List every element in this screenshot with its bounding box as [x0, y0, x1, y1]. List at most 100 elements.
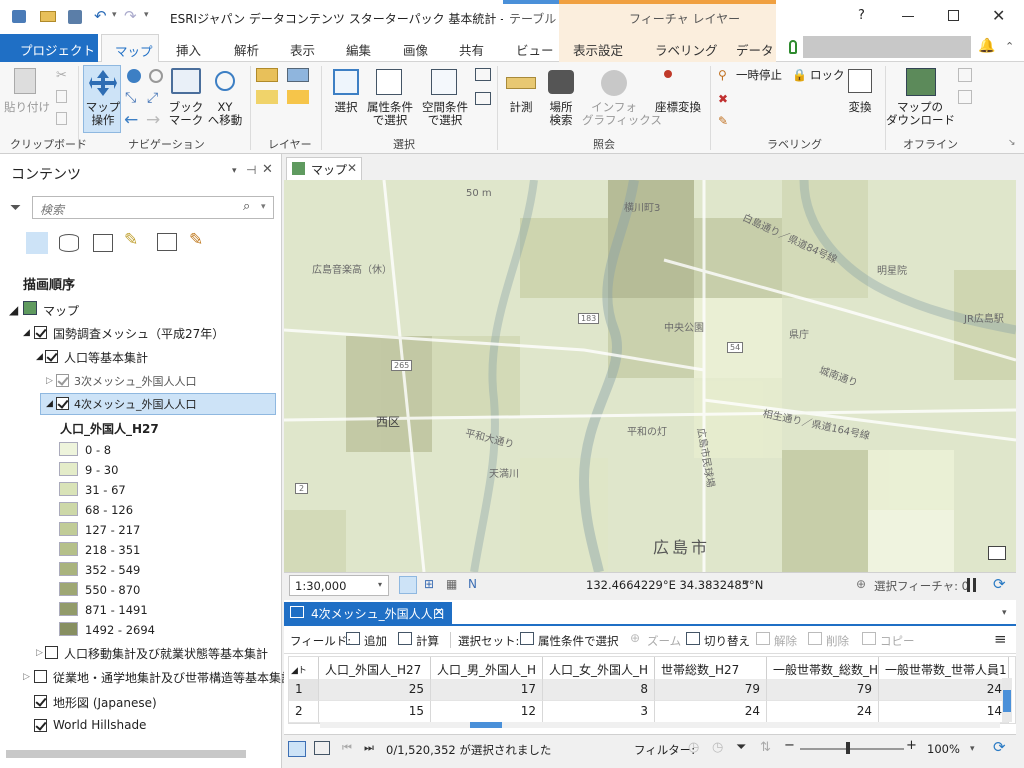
bookmarks-icon[interactable] [171, 68, 201, 94]
hillshade-checkbox[interactable] [34, 719, 47, 732]
select-icon[interactable] [333, 69, 359, 95]
select-by-attr-table-button[interactable]: 属性条件で選択 [538, 633, 619, 649]
expander-pop-basic-icon[interactable]: ◢ [36, 352, 43, 362]
basemap-icon[interactable] [256, 90, 278, 104]
tab-map[interactable]: マップ [101, 34, 159, 62]
select-by-attr-table-icon[interactable] [520, 632, 534, 645]
copy-icon[interactable] [56, 90, 67, 103]
list-by-snapping-icon[interactable] [157, 233, 177, 251]
switch-selection-button[interactable]: 切り替え [704, 633, 750, 649]
close-table-tab-icon[interactable]: ✕ [434, 605, 444, 619]
map-node[interactable]: マップ [43, 302, 79, 319]
list-by-labeling-icon[interactable]: ✎ [189, 230, 203, 250]
close-pane-icon[interactable]: ✕ [262, 162, 273, 177]
more-labeling-icon[interactable]: ✎ [718, 114, 728, 128]
tab-context-view[interactable]: ビュー [516, 40, 554, 59]
copy-table-icon[interactable] [862, 632, 876, 645]
list-by-source-icon[interactable] [59, 234, 79, 252]
attributes-icon[interactable] [475, 68, 491, 81]
undo-dropdown-icon[interactable]: ▾ [112, 10, 117, 20]
add-field-button[interactable]: 追加 [364, 633, 387, 649]
select-all-corner[interactable]: ◢ト [289, 657, 319, 679]
table-cell[interactable]: 3 [543, 701, 655, 723]
goto-xy-button[interactable]: XY へ移動 [205, 101, 245, 127]
mesh3-checkbox[interactable] [56, 374, 69, 387]
coord-format-icon[interactable]: ▾ [744, 578, 749, 589]
column-header[interactable]: 人口_外国人_H27 [319, 657, 431, 679]
expander-commuting-icon[interactable]: ▷ [23, 672, 30, 682]
infographics-icon[interactable] [601, 70, 627, 96]
tab-project[interactable]: プロジェクト [0, 34, 98, 62]
convert-labels-button[interactable]: 変換 [840, 101, 880, 114]
tab-share[interactable]: 共有 [459, 40, 484, 59]
column-header[interactable]: 一般世帯数_総数_H [767, 657, 879, 679]
tab-imagery[interactable]: 画像 [403, 40, 428, 59]
table-cell[interactable]: 14 [879, 701, 1009, 723]
minimize-button[interactable] [902, 16, 914, 17]
table-menu-icon[interactable]: ≡ [994, 630, 1007, 648]
select-by-attributes-icon[interactable] [376, 69, 402, 95]
zoom-out-table-icon[interactable]: − [784, 738, 795, 753]
tab-attribute-table[interactable]: 4次メッシュ_外国人人口 ✕ [284, 602, 452, 624]
tab-appearance[interactable]: 表示設定 [573, 40, 623, 59]
search-dropdown-icon[interactable]: ▾ [261, 202, 266, 212]
clear-selection-table-icon[interactable] [756, 632, 770, 645]
new-project-icon[interactable] [12, 10, 26, 23]
north-arrow-icon[interactable]: N [468, 577, 477, 591]
add-layer-icon[interactable] [287, 90, 309, 104]
hillshade-layer[interactable]: World Hillshade [53, 718, 146, 732]
pause-drawing-icon[interactable] [967, 578, 970, 592]
tab-data[interactable]: データ [736, 40, 774, 59]
lock-labels-icon[interactable]: 🔒 [792, 68, 807, 82]
filter-icon[interactable]: ⏷ [10, 200, 21, 216]
infographics-button[interactable]: インフォ グラフィックス [582, 101, 662, 127]
mesh4-checkbox[interactable] [56, 397, 69, 410]
search-icon[interactable]: ⌕ [243, 199, 250, 214]
column-header[interactable]: 一般世帯数_世帯人員1 [879, 657, 1009, 679]
fixed-zoom-out-icon[interactable]: ⤢ [147, 90, 158, 106]
undo-icon[interactable]: ↶ [94, 7, 107, 25]
tab-labeling[interactable]: ラベリング [655, 40, 718, 59]
table-pane-options-icon[interactable]: ▾ [1002, 608, 1007, 618]
notification-bell-icon[interactable]: 🔔 [978, 38, 995, 54]
view-unplaced-icon[interactable]: ✖ [718, 92, 728, 106]
contents-search-input[interactable]: 検索 ⌕ ▾ [32, 196, 274, 219]
delete-icon[interactable] [808, 632, 822, 645]
copy-table-button[interactable]: コピー [880, 633, 915, 649]
add-data-icon[interactable] [256, 68, 278, 82]
pop-basic-layer[interactable]: 人口等基本集計 [64, 349, 148, 366]
last-record-icon[interactable]: ⏭ [364, 741, 374, 755]
clear-selection-table-button[interactable]: 解除 [774, 633, 797, 649]
refresh-table-icon[interactable]: ⟳ [993, 738, 1006, 756]
select-by-location-button[interactable]: 空間条件 で選択 [419, 101, 471, 127]
close-button[interactable]: ✕ [992, 6, 1005, 25]
ribbon-launcher-icon[interactable]: ↘ [1008, 138, 1016, 148]
table-vscrollbar[interactable] [1002, 678, 1012, 722]
ribbon-minimize-icon[interactable]: ⌃ [1005, 40, 1014, 53]
sort-icon[interactable]: ⇅ [760, 740, 771, 755]
calculate-field-button[interactable]: 計算 [416, 633, 439, 649]
tab-edit[interactable]: 編集 [346, 40, 371, 59]
attribute-grid[interactable]: ◢ト 人口_外国人_H27 人口_男_外国人_H 人口_女_外国人_H 世帯総数_H2… [288, 656, 1016, 724]
fixed-zoom-in-icon[interactable]: ⤡ [125, 90, 136, 106]
table-cell[interactable]: 15 [319, 701, 431, 723]
tab-insert[interactable]: 挿入 [176, 40, 201, 59]
column-header[interactable]: 人口_女_外国人_H [543, 657, 655, 679]
table-cell[interactable]: 24 [655, 701, 767, 723]
tab-view[interactable]: 表示 [290, 40, 315, 59]
fixed-zoom-icon[interactable] [149, 69, 163, 83]
table-cell[interactable]: 24 [767, 701, 879, 723]
paste-icon[interactable] [14, 68, 36, 94]
qat-customize-icon[interactable]: ▾ [144, 10, 149, 20]
list-by-selection-icon[interactable] [93, 234, 113, 252]
download-map-icon[interactable] [906, 68, 936, 96]
redo-icon[interactable]: ↷ [124, 7, 137, 25]
convert-coordinates-button[interactable]: 座標変換 [652, 101, 704, 114]
bookmarks-button[interactable]: ブック マーク [166, 101, 206, 127]
table-zoom-level[interactable]: 100% [927, 742, 960, 756]
table-cell[interactable]: 79 [655, 679, 767, 701]
measure-icon[interactable] [506, 77, 536, 89]
paste-button[interactable]: 貼り付け [4, 101, 50, 114]
select-button[interactable]: 選択 [326, 101, 366, 114]
remove-offline-icon[interactable] [958, 90, 972, 104]
